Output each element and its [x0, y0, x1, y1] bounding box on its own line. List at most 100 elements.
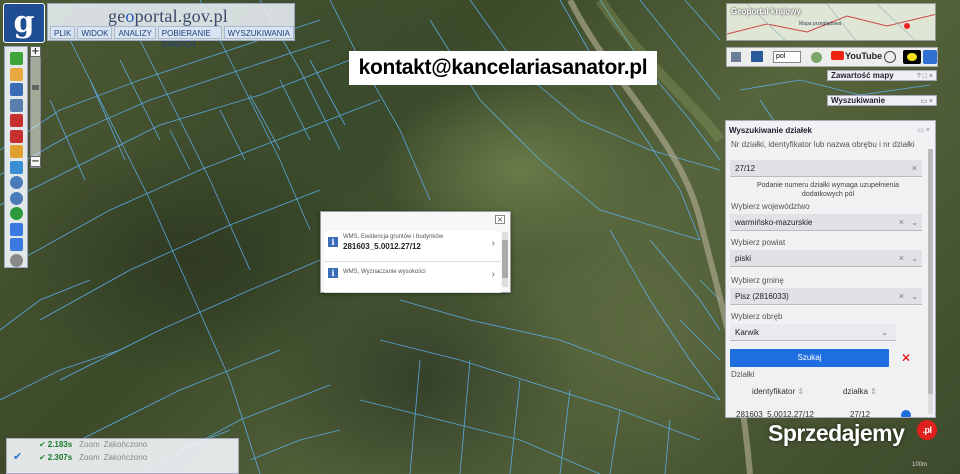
- zoom-in-button[interactable]: +: [30, 46, 41, 57]
- popup-scrollbar[interactable]: [502, 232, 508, 287]
- feature-info-popup: × i WMS, Ewidencja gruntów i budynków 28…: [320, 211, 511, 293]
- status-row: ✔ 2.307s Zoom Zakończono: [39, 453, 148, 462]
- check-icon[interactable]: ✔: [13, 450, 22, 463]
- info-icon[interactable]: [10, 52, 23, 65]
- tab-map-contents[interactable]: Zawartość mapy ? □ ×: [827, 70, 937, 81]
- coordinates-icon[interactable]: [10, 160, 23, 174]
- voivodeship-select[interactable]: warmińsko-mazurskie × ⌄: [730, 214, 922, 231]
- commune-label: Wybierz gminę: [731, 276, 784, 285]
- clear-icon[interactable]: ×: [899, 250, 904, 267]
- hand-pan-icon[interactable]: [10, 67, 23, 81]
- popup-item-height[interactable]: i WMS, Wyznaczanie wysokości ›: [324, 262, 501, 293]
- view-icon[interactable]: [923, 50, 937, 64]
- watermark-logo: Sprzedajemy .pl: [768, 420, 937, 464]
- popup-item-value: 281603_5.0012.27/12: [343, 242, 421, 251]
- column-header-identifier[interactable]: identyfikator ⇕: [752, 387, 804, 396]
- info-icon: i: [328, 268, 338, 278]
- popup-item-title: WMS, Ewidencja gruntów i budynków: [343, 234, 444, 240]
- county-label: Wybierz powiat: [731, 238, 786, 247]
- clear-form-button[interactable]: ✕: [901, 351, 911, 365]
- parcel-id-input[interactable]: 27/12 ×: [730, 160, 922, 177]
- geoportal-logo[interactable]: g: [3, 3, 45, 43]
- parcel-id-label: Nr działki, identyfikator lub nazwa obrę…: [731, 140, 915, 149]
- status-row: ✔ 2.183s Zoom Zakończono: [39, 440, 148, 449]
- tab-label: Wyszukiwanie: [831, 96, 886, 105]
- popup-close-button[interactable]: ×: [495, 215, 505, 224]
- accessibility-button[interactable]: [903, 50, 921, 64]
- result-identifier[interactable]: 281603_5.0012.27/12: [736, 410, 814, 417]
- add-result-icon[interactable]: [901, 410, 911, 417]
- chevron-right-icon: ›: [491, 238, 495, 249]
- zoom-out-icon[interactable]: [10, 191, 23, 205]
- tab-label: Zawartość mapy: [831, 71, 894, 80]
- chevron-down-icon[interactable]: ⌄: [911, 288, 918, 305]
- youtube-link[interactable]: YouTube: [831, 51, 882, 61]
- chevron-right-icon: ›: [491, 269, 495, 280]
- language-select[interactable]: pol: [773, 51, 801, 63]
- globe-icon[interactable]: [10, 207, 23, 220]
- watermark-badge: .pl: [917, 420, 937, 440]
- search-button[interactable]: Szukaj: [730, 349, 889, 367]
- minimap-title: Geoportal krajowy: [731, 7, 801, 16]
- sort-icon: ⇕: [870, 387, 877, 396]
- compass-icon[interactable]: [10, 253, 23, 267]
- overview-minimap[interactable]: Geoportal krajowy Mapa przeglądowa: [726, 3, 936, 41]
- zoom-handle[interactable]: [32, 85, 39, 90]
- precinct-select[interactable]: Karwik ⌄: [730, 324, 896, 341]
- main-menu: PLIK WIDOK ANALIZY POBIERANIE DANYCH WYS…: [50, 26, 294, 49]
- sort-icon: ⇕: [797, 387, 805, 396]
- panel-scrollbar[interactable]: [928, 149, 933, 414]
- county-select[interactable]: piski × ⌄: [730, 250, 922, 267]
- tab-controls[interactable]: ▭ ×: [920, 97, 933, 107]
- back-icon[interactable]: [10, 222, 23, 236]
- layers-icon[interactable]: [10, 83, 23, 96]
- voivodeship-label: Wybierz województwo: [731, 202, 810, 211]
- tab-controls[interactable]: ? □ ×: [917, 72, 933, 82]
- globe-icon[interactable]: [811, 52, 822, 63]
- top-menu-bar: geoportal.gov.pl PLIK WIDOK ANALIZY POBI…: [47, 3, 295, 49]
- menu-item-wyszukiwania[interactable]: WYSZUKIWANIA: [223, 26, 294, 39]
- chevron-down-icon[interactable]: ⌄: [881, 324, 888, 341]
- result-parcel[interactable]: 27/12: [850, 410, 870, 417]
- menu-item-pobieranie-danych[interactable]: POBIERANIE DANYCH: [157, 26, 222, 49]
- zoom-in-icon[interactable]: [10, 176, 23, 189]
- wheel-icon[interactable]: [884, 51, 896, 63]
- zoom-out-button[interactable]: −: [30, 156, 41, 167]
- column-header-parcel[interactable]: działka ⇕: [843, 387, 877, 396]
- map-icon[interactable]: [751, 51, 763, 62]
- print-icon[interactable]: [731, 52, 741, 62]
- panel-controls[interactable]: ▭ ×: [917, 126, 930, 134]
- popup-item-egib[interactable]: i WMS, Ewidencja gruntów i budynków 2816…: [324, 231, 501, 262]
- zoom-slider[interactable]: + −: [30, 46, 41, 168]
- menu-item-plik[interactable]: PLIK: [50, 26, 76, 39]
- tab-search[interactable]: Wyszukiwanie ▭ ×: [827, 95, 937, 106]
- popup-item-title: WMS, Wyznaczanie wysokości: [343, 269, 426, 275]
- clear-icon[interactable]: ×: [912, 160, 917, 177]
- results-label: Działki: [731, 370, 755, 379]
- brand-title: geoportal.gov.pl: [108, 6, 229, 26]
- youtube-icon: [831, 51, 844, 60]
- tool-palette: [4, 46, 28, 268]
- menu-item-analizy[interactable]: ANALIZY: [114, 26, 156, 39]
- chevron-down-icon[interactable]: ⌄: [911, 250, 918, 267]
- parcel-search-panel: Wyszukiwanie działek ▭ × Nr działki, ide…: [725, 120, 936, 418]
- chevron-down-icon[interactable]: ⌄: [911, 214, 918, 231]
- clear-icon[interactable]: ×: [899, 288, 904, 305]
- eye-icon: [907, 53, 917, 61]
- menu-item-widok[interactable]: WIDOK: [77, 26, 113, 39]
- scale-bar: 100m: [912, 462, 928, 468]
- commune-select[interactable]: Pisz (2816033) × ⌄: [730, 288, 922, 305]
- minimap-subtitle: Mapa przeglądowa: [799, 21, 842, 27]
- measure-icon[interactable]: [10, 114, 23, 127]
- contact-banner: kontakt@kancelariasanator.pl: [349, 51, 657, 85]
- panel-title: Wyszukiwanie działek: [729, 126, 812, 135]
- pencil-icon[interactable]: [10, 145, 23, 158]
- clear-icon[interactable]: ×: [899, 214, 904, 231]
- precinct-label: Wybierz obręb: [731, 312, 783, 321]
- parcel-note: Podanie numeru działki wymaga uzupełnien…: [756, 182, 900, 198]
- forward-icon[interactable]: [10, 238, 23, 251]
- info-icon: i: [328, 237, 338, 247]
- print-icon[interactable]: [10, 98, 23, 112]
- draw-icon[interactable]: [10, 129, 23, 143]
- top-right-toolbar: pol YouTube: [726, 47, 938, 67]
